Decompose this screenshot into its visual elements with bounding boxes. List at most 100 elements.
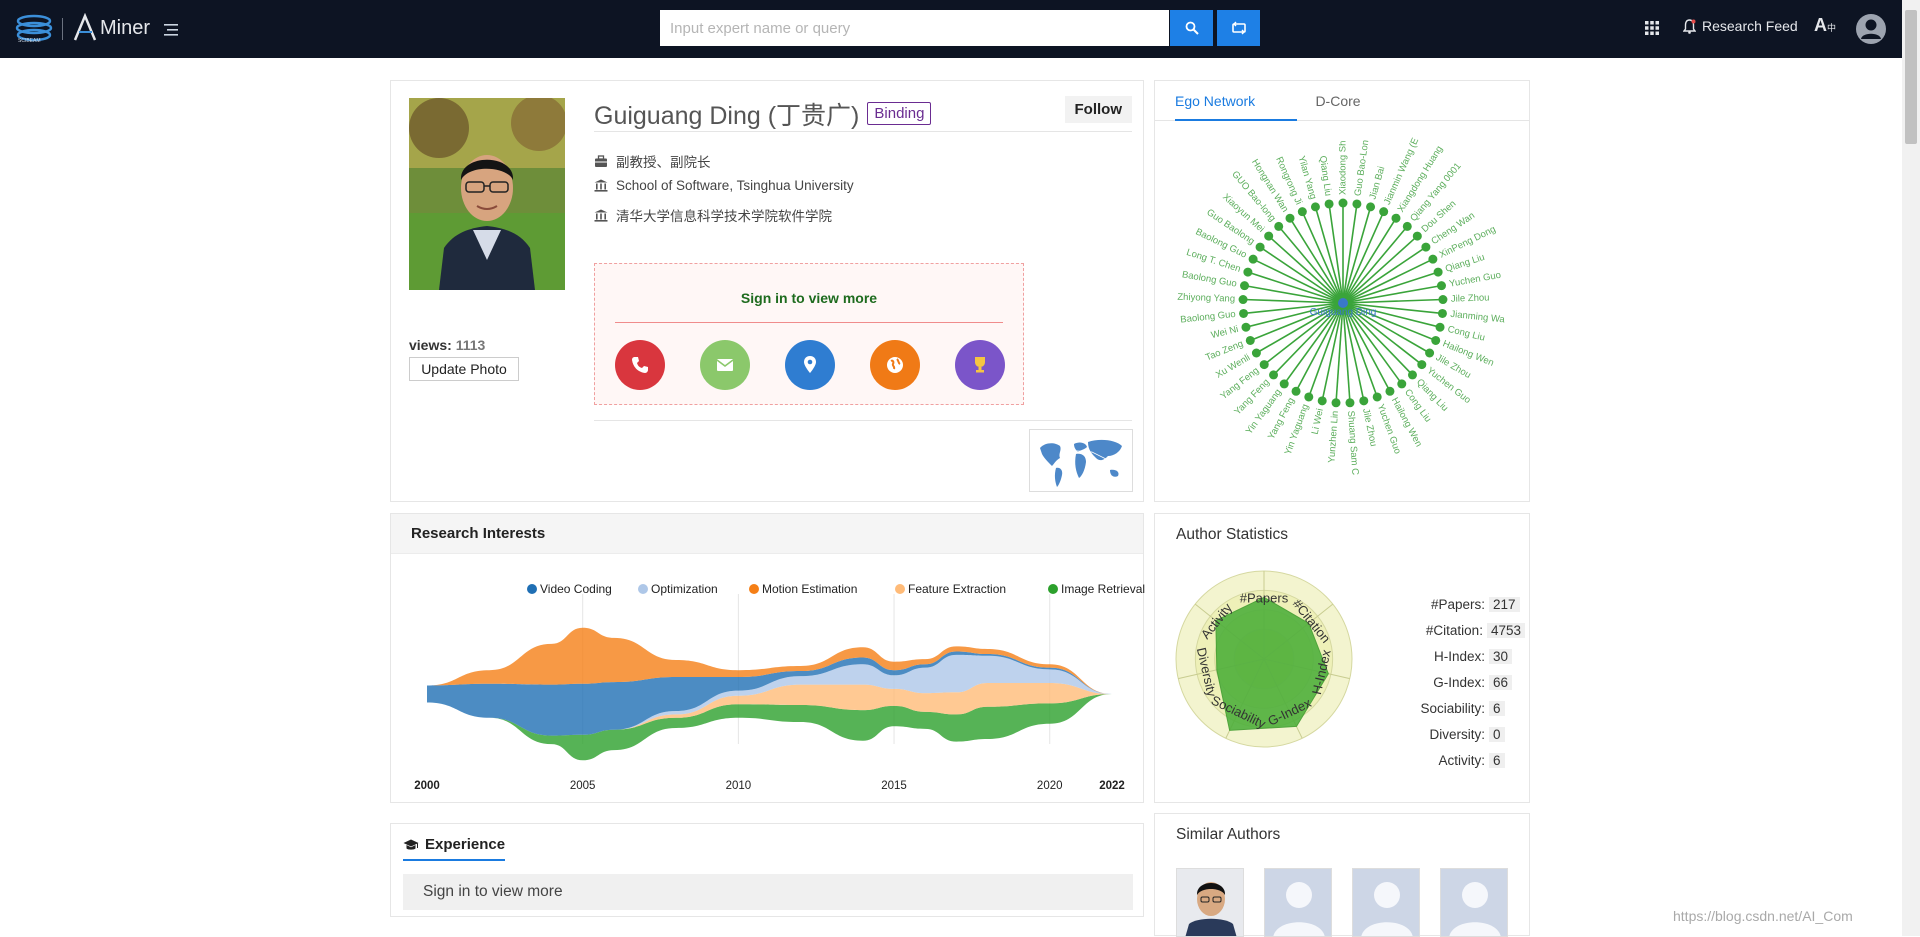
update-photo-button[interactable]: Update Photo (409, 357, 519, 381)
signin-to-view-more-link[interactable]: Sign in to view more (595, 290, 1023, 306)
ego-node[interactable] (1317, 396, 1327, 406)
ego-node[interactable] (1366, 202, 1376, 212)
ego-node[interactable] (1407, 370, 1417, 380)
ego-edge (1342, 235, 1418, 304)
ego-network-graph[interactable]: Xiaodong Sh Guo Bao-LonJian BaiJianmin Wa… (1155, 121, 1531, 503)
ego-node[interactable] (1291, 386, 1301, 396)
ego-node[interactable] (1433, 267, 1443, 277)
stat-label: Activity: (1438, 752, 1485, 768)
ego-node[interactable] (1241, 322, 1251, 332)
location-icon[interactable] (785, 340, 835, 390)
similar-author-avatar[interactable] (1176, 868, 1244, 937)
ego-node[interactable] (1245, 335, 1255, 345)
sciencebeam-logo-icon[interactable]: SCIBEAM (14, 13, 54, 43)
binding-button[interactable]: Binding (867, 102, 932, 125)
experience-title: Experience (403, 836, 506, 861)
legend-item[interactable]: Image Retrieval (1048, 582, 1145, 596)
ego-node[interactable] (1269, 370, 1279, 380)
ego-node[interactable] (1417, 360, 1427, 370)
ego-node-label: Jianming Wa (1450, 309, 1506, 326)
ego-node[interactable] (1428, 254, 1438, 264)
legend-swatch (638, 584, 648, 594)
search-button[interactable] (1170, 10, 1213, 46)
stat-value: 0 (1489, 726, 1505, 742)
ego-node[interactable] (1239, 308, 1249, 318)
institution-icon (594, 179, 608, 192)
ego-node[interactable] (1385, 386, 1395, 396)
tab-d-core[interactable]: D-Core (1298, 81, 1378, 121)
ego-node[interactable] (1304, 392, 1314, 402)
ego-node-label: Qiang Liu (1317, 155, 1334, 197)
ego-node[interactable] (1274, 221, 1284, 231)
ego-node[interactable] (1297, 207, 1307, 217)
ego-node[interactable] (1412, 231, 1422, 241)
ego-node-label: Baolong Guo (1180, 309, 1236, 326)
stat-value: 30 (1489, 648, 1513, 664)
email-icon[interactable] (700, 340, 750, 390)
experience-signin-link[interactable]: Sign in to view more (403, 874, 1133, 910)
ego-node[interactable] (1310, 202, 1320, 212)
ego-node[interactable] (1345, 398, 1355, 408)
ego-node[interactable] (1421, 242, 1431, 252)
aminer-logo[interactable]: Miner (72, 12, 150, 44)
ego-node[interactable] (1379, 207, 1389, 217)
ego-node[interactable] (1243, 267, 1253, 277)
search-input[interactable] (660, 10, 1169, 46)
phone-icon[interactable] (615, 340, 665, 390)
ego-node[interactable] (1372, 392, 1382, 402)
ego-node[interactable] (1431, 335, 1441, 345)
ego-node[interactable] (1397, 379, 1407, 389)
contact-signin-box: Sign in to view more (594, 263, 1024, 405)
ego-node[interactable] (1251, 348, 1261, 358)
ego-node[interactable] (1437, 308, 1447, 318)
ego-node[interactable] (1264, 231, 1274, 241)
bell-icon (1683, 18, 1696, 34)
switch-search-mode-button[interactable] (1217, 10, 1260, 46)
ego-node[interactable] (1425, 348, 1435, 358)
similar-author-avatar[interactable] (1352, 868, 1420, 937)
stat-row: H-Index: 30 (1385, 647, 1525, 665)
scrollbar-thumb[interactable] (1905, 10, 1917, 144)
follow-button[interactable]: Follow (1064, 96, 1132, 123)
ego-node[interactable] (1402, 221, 1412, 231)
ego-node[interactable] (1391, 213, 1401, 223)
ego-node[interactable] (1438, 295, 1448, 305)
menu-toggle-icon[interactable] (164, 24, 178, 36)
ego-node[interactable] (1352, 199, 1362, 209)
legend-swatch (749, 584, 759, 594)
ego-node[interactable] (1331, 398, 1341, 408)
world-map-thumbnail[interactable] (1029, 429, 1133, 492)
ego-node[interactable] (1240, 281, 1250, 291)
name-row: Guiguang Ding (丁贵广) Binding Follow (594, 96, 1132, 132)
tab-ego-network[interactable]: Ego Network (1175, 81, 1297, 121)
user-avatar[interactable] (1856, 14, 1886, 44)
legend-item[interactable]: Feature Extraction (895, 582, 1006, 596)
author-statistics-radar[interactable]: #Papers #CitationH-IndexG-IndexSociabilit… (1155, 564, 1355, 794)
watermark-text: https://blog.csdn.net/AI_Com (1673, 908, 1853, 924)
ego-node[interactable] (1436, 281, 1446, 291)
award-icon[interactable] (955, 340, 1005, 390)
ego-node[interactable] (1359, 396, 1369, 406)
legend-item[interactable]: Video Coding (527, 582, 612, 596)
ego-node[interactable] (1248, 254, 1258, 264)
ego-node[interactable] (1238, 295, 1248, 305)
homepage-icon[interactable] (870, 340, 920, 390)
similar-author-avatar[interactable] (1264, 868, 1332, 937)
similar-author-avatar[interactable] (1440, 868, 1508, 937)
ego-node[interactable] (1324, 199, 1334, 209)
ego-node[interactable] (1338, 198, 1348, 208)
ego-node[interactable] (1255, 242, 1265, 252)
research-interests-streamgraph[interactable]: Video Coding Optimization Motion Estimatio… (391, 554, 1145, 804)
legend-swatch (1048, 584, 1058, 594)
position-line: 副教授、副院长 (594, 151, 711, 171)
research-feed-link[interactable]: Research Feed (1683, 18, 1798, 34)
stat-row: Activity: 6 (1385, 751, 1525, 769)
ego-node[interactable] (1279, 379, 1289, 389)
ego-node[interactable] (1285, 213, 1295, 223)
apps-grid-icon[interactable] (1644, 20, 1660, 36)
legend-item[interactable]: Optimization (638, 582, 718, 596)
translate-icon[interactable]: A中 (1814, 15, 1836, 39)
ego-node[interactable] (1259, 360, 1269, 370)
ego-node[interactable] (1435, 322, 1445, 332)
legend-item[interactable]: Motion Estimation (749, 582, 857, 596)
